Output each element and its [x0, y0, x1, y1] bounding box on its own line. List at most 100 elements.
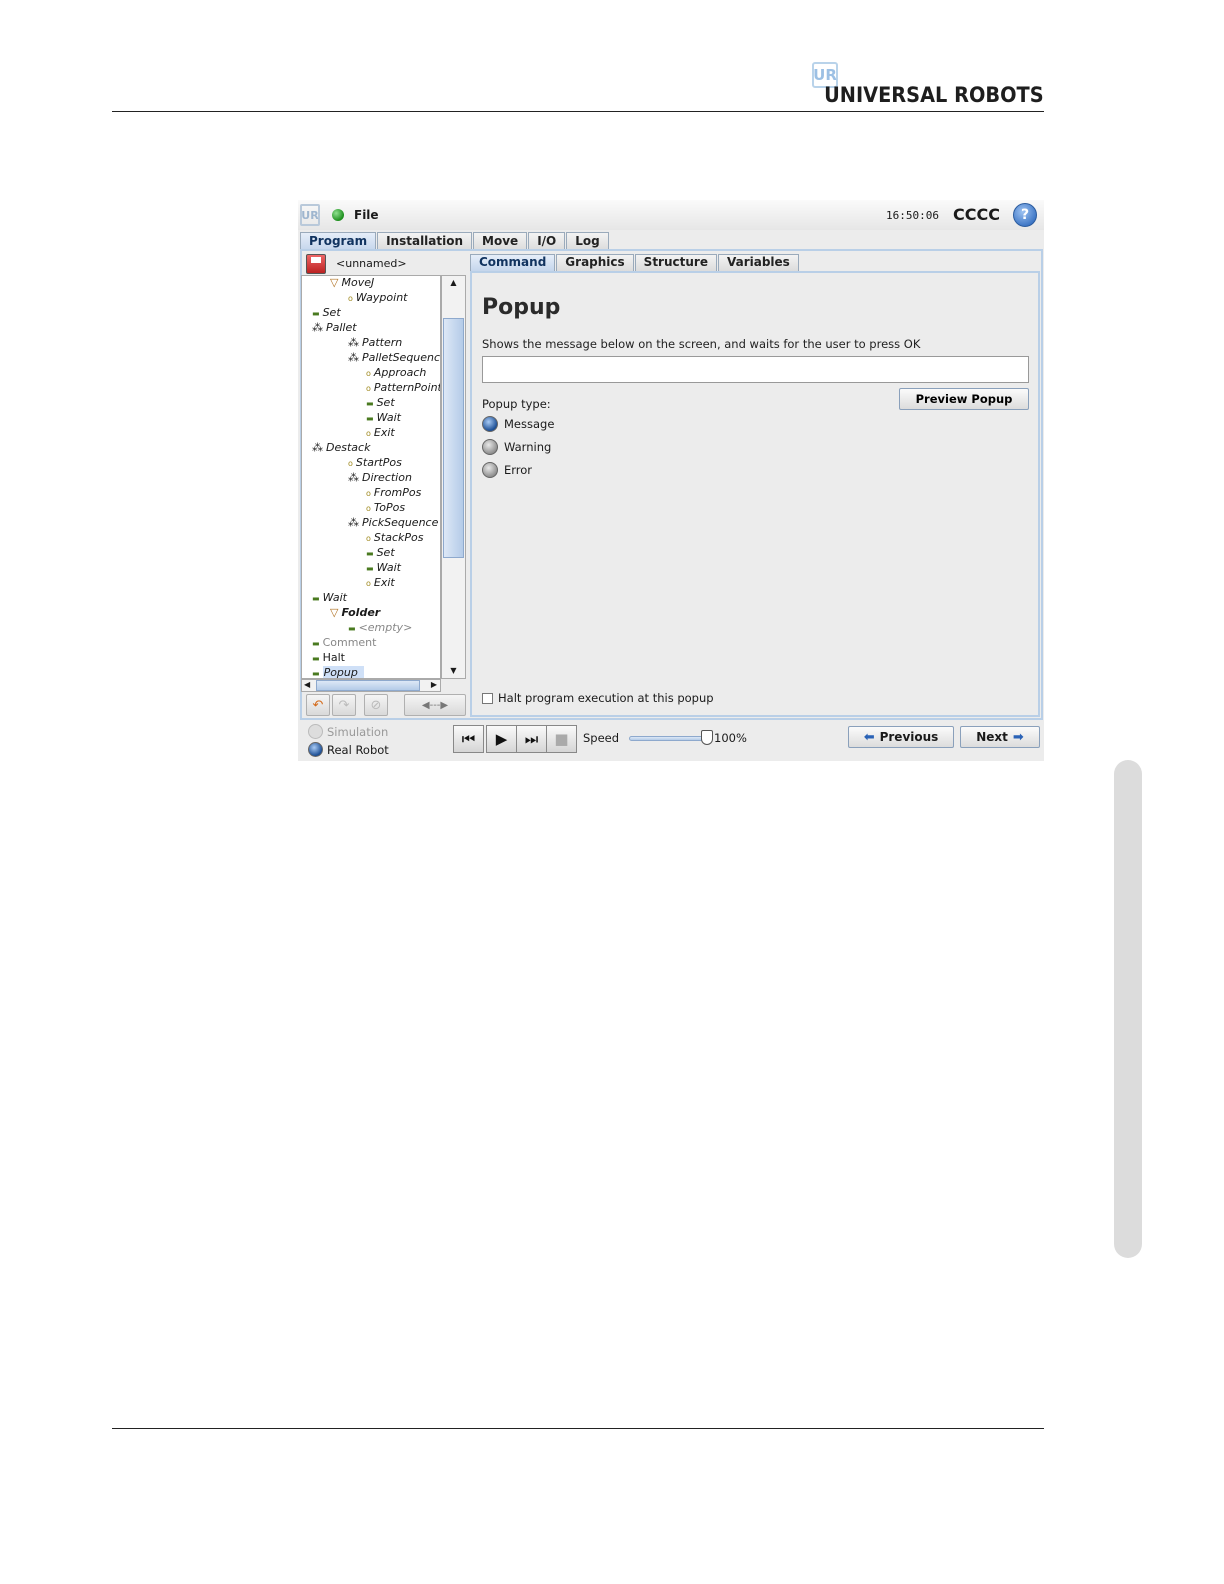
tab-move[interactable]: Move [473, 232, 528, 250]
tree-horizontal-scrollbar[interactable]: ◀ ▶ [301, 679, 441, 692]
radio-icon[interactable] [482, 462, 498, 478]
tree-node[interactable]: ▬ <empty> [348, 620, 412, 635]
scroll-right-icon[interactable]: ▶ [431, 680, 437, 689]
previous-button[interactable]: ⬅ Previous [848, 726, 954, 748]
tree-node-label: FromPos [373, 486, 422, 499]
tree-node[interactable]: ▬ Wait [312, 590, 347, 605]
tab-variables[interactable]: Variables [717, 254, 799, 271]
save-icon[interactable] [306, 254, 326, 274]
popup-message-input[interactable] [482, 356, 1029, 383]
tree-node-label: Wait [322, 591, 347, 604]
halt-option[interactable]: Halt program execution at this popup [482, 691, 714, 705]
tree-node-icon: ▬ [366, 564, 374, 573]
tree-node[interactable]: o Exit [366, 425, 395, 440]
tree-node[interactable]: ▬ Wait [366, 560, 401, 575]
preview-popup-button[interactable]: Preview Popup [899, 388, 1029, 410]
hscroll-thumb[interactable] [316, 680, 420, 691]
tree-node-icon: o [366, 429, 371, 438]
tree-node[interactable]: o StackPos [366, 530, 423, 545]
sub-tabs: Command Graphics Structure Variables [470, 254, 800, 271]
tree-node-label: Popup [322, 666, 364, 678]
tree-node[interactable]: ▽ MoveJ [330, 276, 375, 290]
popup-type-warning[interactable]: Warning [482, 439, 551, 455]
tree-node[interactable]: ▬ Set [312, 305, 341, 320]
tree-node-icon: ▬ [312, 639, 320, 648]
popup-description: Shows the message below on the screen, a… [482, 337, 921, 351]
tree-node[interactable]: o ToPos [366, 500, 405, 515]
redo-icon[interactable]: ↷ [332, 694, 356, 716]
tab-io[interactable]: I/O [528, 232, 566, 250]
speed-value: 100% [714, 731, 747, 745]
tree-node[interactable]: o FromPos [366, 485, 421, 500]
tab-command[interactable]: Command [470, 254, 556, 271]
universal-robots-logo: UR UNIVERSAL ROBOTS [812, 62, 1044, 108]
tab-installation[interactable]: Installation [377, 232, 473, 250]
chapter-side-tab [1114, 760, 1142, 1258]
tree-node-icon: ⁂ [348, 336, 359, 349]
tree-node[interactable]: o StartPos [348, 455, 402, 470]
tree-node[interactable]: ▬ Popup [312, 665, 364, 678]
speed-slider-knob[interactable] [701, 730, 713, 745]
speed-slider[interactable] [629, 736, 709, 741]
move-node-icon[interactable]: ◀---▶ [404, 694, 466, 716]
scroll-left-icon[interactable]: ◀ [304, 680, 310, 689]
tree-node-label: Direction [362, 471, 412, 484]
radio-icon[interactable] [482, 439, 498, 455]
next-label: Next [976, 730, 1008, 744]
tree-node-label: Set [322, 306, 341, 319]
tree-node[interactable]: o Approach [366, 365, 426, 380]
disable-node-icon[interactable]: ⊘ [364, 694, 388, 716]
tab-structure[interactable]: Structure [634, 254, 717, 271]
tree-node-label: PickSequence [362, 516, 439, 529]
tree-node[interactable]: ▬ Set [366, 395, 395, 410]
simulation-option[interactable]: Simulation [308, 724, 388, 739]
tab-graphics[interactable]: Graphics [556, 254, 634, 271]
tree-node[interactable]: o Exit [366, 575, 395, 590]
tree-node-label: ToPos [373, 501, 406, 514]
radio-selected-icon[interactable] [308, 742, 323, 757]
tree-node[interactable]: ⁂ PalletSequence [348, 350, 440, 365]
popup-type-error[interactable]: Error [482, 462, 532, 478]
tree-node[interactable]: o Waypoint [348, 290, 408, 305]
tree-node-label: Set [376, 396, 395, 409]
tree-node[interactable]: ▬ Set [366, 545, 395, 560]
real-robot-option[interactable]: Real Robot [308, 742, 389, 757]
play-icon[interactable]: ▶ [486, 725, 517, 753]
popup-type-warning-label: Warning [504, 440, 552, 454]
radio-icon[interactable] [308, 724, 323, 739]
tree-vertical-scrollbar[interactable]: ▲ ▼ [441, 275, 466, 679]
tree-node[interactable]: ▽ Folder [330, 605, 380, 620]
tree-node[interactable]: ⁂ PickSequence [348, 515, 438, 530]
tree-node[interactable]: ▬ Halt [312, 650, 345, 665]
step-forward-icon[interactable]: ⏭ [516, 725, 547, 753]
scroll-thumb[interactable] [443, 318, 464, 558]
tree-node[interactable]: ⁂ Destack [312, 440, 370, 455]
tree-node-label: MoveJ [341, 276, 375, 289]
scroll-up-icon[interactable]: ▲ [442, 276, 465, 290]
tree-node[interactable]: ⁂ Direction [348, 470, 412, 485]
tree-node-icon: o [348, 294, 353, 303]
stop-icon[interactable]: ■ [546, 725, 577, 753]
next-button[interactable]: Next ➡ [960, 726, 1040, 748]
tree-node[interactable]: ⁂ Pallet [312, 320, 357, 335]
scroll-down-icon[interactable]: ▼ [442, 664, 465, 678]
popup-type-message[interactable]: Message [482, 416, 554, 432]
tree-node[interactable]: ▬ Comment [312, 635, 376, 650]
tree-node[interactable]: o PatternPoint [366, 380, 440, 395]
help-icon[interactable]: ? [1013, 203, 1037, 227]
radio-selected-icon[interactable] [482, 416, 498, 432]
main-tabs: Program Installation Move I/O Log [300, 232, 610, 250]
tree-node[interactable]: ⁂ Pattern [348, 335, 402, 350]
undo-icon[interactable]: ↶ [306, 694, 330, 716]
halt-checkbox[interactable] [482, 692, 493, 704]
tree-node-icon: ▬ [366, 549, 374, 558]
robot-status-icon [332, 209, 344, 221]
tree-node[interactable]: ▬ Wait [366, 410, 401, 425]
skip-back-icon[interactable]: ⏮ [453, 725, 484, 753]
file-menu[interactable]: File [354, 208, 379, 222]
tab-program[interactable]: Program [300, 232, 377, 250]
program-tree[interactable]: ▽ MoveJ o Waypoint ▬ Set ⁂ Pallet ⁂ Pattern ⁂ Palle… [301, 275, 441, 679]
tree-node-icon: ⁂ [312, 441, 323, 454]
tab-log[interactable]: Log [566, 232, 609, 250]
popup-type-message-label: Message [504, 417, 555, 431]
